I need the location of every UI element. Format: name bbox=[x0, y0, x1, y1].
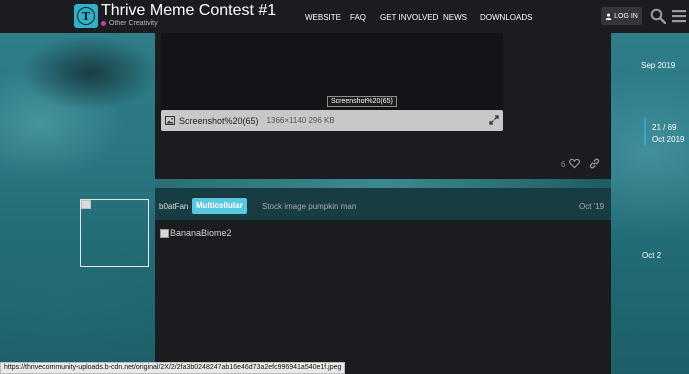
nav-downloads[interactable]: DOWNLOADS bbox=[480, 13, 532, 22]
image-alt-text: BananaBiome2 bbox=[170, 228, 232, 238]
avatar[interactable] bbox=[80, 199, 149, 267]
lightbox-file-info: 1366×1140 296 KB bbox=[266, 116, 335, 125]
nav-get-involved[interactable]: GET INVOLVED bbox=[380, 13, 438, 22]
timeline-start-date[interactable]: Sep 2019 bbox=[641, 61, 675, 70]
hamburger-menu-icon[interactable] bbox=[672, 9, 686, 23]
user-icon bbox=[605, 13, 612, 20]
nav-website[interactable]: WEBSITE bbox=[305, 13, 341, 22]
broken-image[interactable]: BananaBiome2 bbox=[160, 228, 232, 238]
user-badge[interactable]: Multicellular bbox=[192, 198, 247, 214]
login-label: LOG IN bbox=[614, 12, 638, 20]
nav-news[interactable]: NEWS bbox=[443, 13, 467, 22]
heart-icon[interactable] bbox=[569, 158, 580, 169]
login-button[interactable]: LOG IN bbox=[601, 7, 642, 25]
topic-title[interactable]: Thrive Meme Contest #1 bbox=[101, 2, 276, 20]
site-logo[interactable]: T bbox=[74, 4, 98, 28]
lightbox-filename: Screenshot%20(65) bbox=[179, 115, 259, 126]
category-label: Other Creativity bbox=[109, 20, 158, 27]
post-divider bbox=[155, 179, 611, 188]
image-tooltip: Screenshot%20(65) bbox=[327, 96, 397, 107]
timeline-position-date: Oct 2019 bbox=[652, 135, 685, 144]
link-icon[interactable] bbox=[589, 158, 600, 169]
topic-category[interactable]: Other Creativity bbox=[101, 20, 158, 27]
browser-status-bar: https://thrivecommunity-uploads.b-cdn.ne… bbox=[0, 362, 346, 374]
post-summary: Stock image pumpkin man bbox=[262, 202, 357, 211]
lightbox-meta-bar[interactable]: Screenshot%20(65) 1366×1140 296 KB bbox=[161, 110, 503, 131]
like-count: 6 bbox=[561, 160, 566, 169]
expand-icon[interactable] bbox=[489, 115, 499, 125]
broken-image-icon bbox=[160, 228, 169, 238]
logo-icon: T bbox=[77, 7, 95, 25]
timeline-end-date[interactable]: Oct 2 bbox=[642, 251, 661, 260]
nav-faq[interactable]: FAQ bbox=[350, 13, 366, 22]
timeline-scroller-handle[interactable] bbox=[644, 118, 646, 146]
post-date[interactable]: Oct '19 bbox=[579, 202, 604, 211]
post-username[interactable]: b0atFan bbox=[159, 202, 188, 211]
category-color-dot bbox=[101, 21, 106, 26]
timeline-position: 21 / 69 bbox=[652, 123, 677, 132]
broken-avatar-icon bbox=[81, 200, 91, 209]
image-icon bbox=[165, 116, 175, 125]
background-whale-shape bbox=[10, 33, 160, 153]
search-icon[interactable] bbox=[650, 8, 666, 24]
